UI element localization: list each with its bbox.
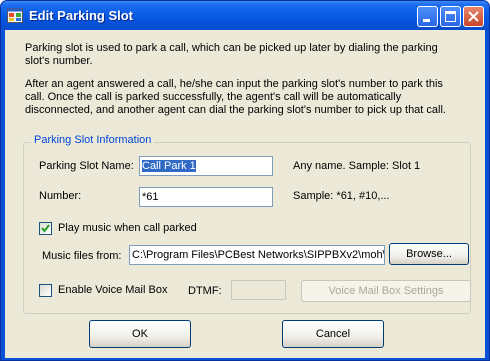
minimize-icon <box>423 19 430 22</box>
number-label: Number: <box>39 190 82 202</box>
dialog-window: Edit Parking Slot Parking slot is used t… <box>0 0 490 361</box>
maximize-icon <box>445 11 456 22</box>
slot-name-label: Parking Slot Name: <box>39 160 134 172</box>
window-title: Edit Parking Slot <box>29 8 134 23</box>
ok-button[interactable]: OK <box>89 320 191 348</box>
slot-name-input[interactable]: Call Park 1 <box>139 156 273 176</box>
description-text-2: After an agent answered a call, he/she c… <box>25 78 446 116</box>
voicemail-settings-button[interactable]: Voice Mail Box Settings <box>301 280 471 302</box>
slot-name-value: Call Park 1 <box>142 160 196 172</box>
group-legend: Parking Slot Information <box>31 134 155 146</box>
music-files-label: Music files from: <box>42 250 122 262</box>
cancel-button[interactable]: Cancel <box>282 320 384 348</box>
voicemail-checkbox[interactable] <box>39 284 52 297</box>
title-bar[interactable]: Edit Parking Slot <box>1 1 489 30</box>
voicemail-label[interactable]: Enable Voice Mail Box <box>58 284 167 296</box>
maximize-button[interactable] <box>440 6 461 27</box>
slot-name-hint: Any name. Sample: Slot 1 <box>293 160 421 172</box>
play-music-label[interactable]: Play music when call parked <box>58 222 197 234</box>
dialog-body: Parking slot is used to park a call, whi… <box>5 30 485 358</box>
dtmf-label: DTMF: <box>188 285 222 297</box>
checkmark-icon <box>41 224 50 233</box>
browse-button[interactable]: Browse... <box>389 243 469 265</box>
close-icon <box>468 11 479 22</box>
app-icon <box>7 8 23 23</box>
number-hint: Sample: *61, #10,... <box>293 190 390 202</box>
dtmf-input[interactable] <box>231 280 286 300</box>
number-input[interactable]: *61 <box>139 187 273 207</box>
close-button[interactable] <box>463 6 484 27</box>
minimize-button[interactable] <box>417 6 438 27</box>
music-files-input[interactable]: C:\Program Files\PCBest Networks\SIPPBXv… <box>129 245 385 265</box>
description-text-1: Parking slot is used to park a call, whi… <box>25 42 438 67</box>
play-music-checkbox[interactable] <box>39 222 52 235</box>
